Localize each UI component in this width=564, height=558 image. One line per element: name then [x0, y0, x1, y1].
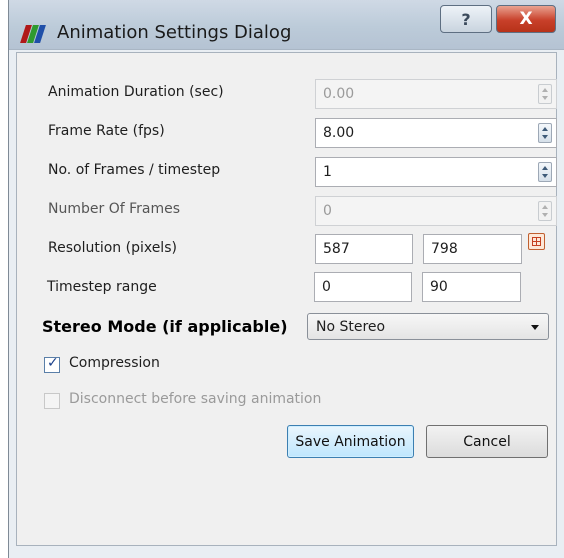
number-of-frames-value: 0: [323, 203, 332, 219]
disconnect-checkbox: [44, 393, 60, 409]
duration-value: 0.00: [323, 86, 355, 102]
frame-rate-spinner[interactable]: [538, 123, 552, 143]
save-animation-button[interactable]: Save Animation: [287, 425, 414, 458]
stereo-mode-select[interactable]: No Stereo: [307, 313, 549, 340]
resolution-height-value: 798: [431, 241, 458, 257]
number-of-frames-spinner: [538, 201, 552, 221]
frames-per-timestep-value: 1: [323, 164, 332, 180]
frames-per-timestep-field[interactable]: 1: [315, 157, 557, 187]
duration-spinner: [538, 84, 552, 104]
resolution-label: Resolution (pixels): [48, 240, 177, 256]
window-title: Animation Settings Dialog: [57, 22, 292, 43]
help-icon: ?: [461, 9, 471, 29]
app-icon: [20, 25, 46, 43]
frames-per-timestep-label: No. of Frames / timestep: [48, 162, 221, 178]
title-bar: Animation Settings Dialog ? X: [9, 0, 564, 50]
duration-field: 0.00: [315, 79, 557, 109]
close-button[interactable]: X: [496, 5, 556, 33]
stereo-mode-value: No Stereo: [316, 318, 386, 335]
cancel-button[interactable]: Cancel: [426, 425, 548, 458]
chevron-down-icon: [531, 325, 539, 330]
frame-rate-value: 8.00: [323, 125, 355, 141]
duration-label: Animation Duration (sec): [48, 84, 224, 100]
close-icon: X: [519, 9, 533, 29]
resolution-height-input[interactable]: 798: [423, 234, 522, 264]
resolution-width-input[interactable]: 587: [315, 234, 413, 264]
timestep-start-input[interactable]: 0: [314, 272, 412, 302]
resolution-width-value: 587: [323, 241, 350, 257]
checkmark-icon: ✓: [47, 355, 59, 371]
stereo-mode-label: Stereo Mode (if applicable): [42, 317, 288, 336]
number-of-frames-field: 0: [315, 196, 557, 226]
frame-rate-label: Frame Rate (fps): [48, 123, 165, 139]
help-button[interactable]: ?: [440, 5, 492, 33]
timestep-end-input[interactable]: 90: [422, 272, 521, 302]
compression-checkbox[interactable]: ✓: [44, 355, 60, 373]
frames-per-timestep-spinner[interactable]: [538, 162, 552, 182]
frame-rate-field[interactable]: 8.00: [315, 118, 557, 148]
number-of-frames-label: Number Of Frames: [48, 201, 181, 217]
timestep-end-value: 90: [430, 279, 448, 295]
compression-label: Compression: [69, 355, 160, 371]
aspect-lock-icon[interactable]: [528, 233, 545, 250]
disconnect-label: Disconnect before saving animation: [69, 391, 322, 407]
animation-settings-dialog: Animation Settings Dialog ? X Animation …: [8, 0, 564, 558]
timestep-start-value: 0: [322, 279, 331, 295]
timestep-range-label: Timestep range: [47, 279, 157, 295]
